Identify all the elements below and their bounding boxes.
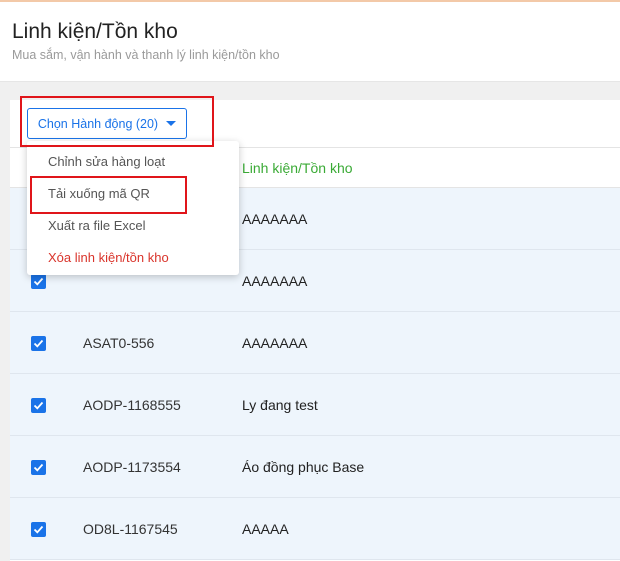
page-subtitle: Mua sắm, vận hành và thanh lý linh kiện/… [12, 48, 280, 62]
action-dropdown-menu: Chỉnh sửa hàng loạt Tải xuống mã QR Xuất… [27, 141, 239, 275]
row-name[interactable]: AAAAAAA [242, 335, 307, 351]
menu-item-bulk-edit[interactable]: Chỉnh sửa hàng loạt [27, 146, 239, 178]
table-row[interactable]: OD8L-1167545 AAAAA [10, 498, 620, 560]
row-name[interactable]: Áo đồng phục Base [242, 459, 364, 475]
row-code: OD8L-1167545 [83, 521, 178, 537]
check-icon [33, 463, 44, 472]
page-header: Linh kiện/Tồn kho Mua sắm, vận hành và t… [0, 2, 620, 82]
column-header-item-name[interactable]: Linh kiện/Tồn kho [242, 160, 353, 176]
table-row[interactable]: AODP-1173554 Áo đồng phục Base [10, 436, 620, 498]
row-name[interactable]: Ly đang test [242, 397, 318, 413]
row-checkbox[interactable] [31, 274, 46, 289]
check-icon [33, 277, 44, 286]
row-code: AODP-1173554 [83, 459, 181, 475]
check-icon [33, 525, 44, 534]
check-icon [33, 339, 44, 348]
choose-action-label: Chọn Hành động (20) [37, 116, 159, 131]
table-row[interactable]: ASAT0-556 AAAAAAA [10, 312, 620, 374]
choose-action-button[interactable]: Chọn Hành động (20) [27, 108, 187, 139]
caret-down-icon [166, 121, 177, 126]
row-code: AODP-1168555 [83, 397, 181, 413]
table-row[interactable]: AODP-1168555 Ly đang test [10, 374, 620, 436]
row-name[interactable]: AAAAA [242, 521, 289, 537]
row-name[interactable]: AAAAAAA [242, 211, 307, 227]
menu-item-export-excel[interactable]: Xuất ra file Excel [27, 210, 239, 242]
row-checkbox[interactable] [31, 398, 46, 413]
menu-item-download-qr[interactable]: Tải xuống mã QR [27, 178, 239, 210]
row-checkbox[interactable] [31, 336, 46, 351]
row-checkbox[interactable] [31, 460, 46, 475]
row-name[interactable]: AAAAAAA [242, 273, 307, 289]
menu-item-delete[interactable]: Xóa linh kiện/tồn kho [27, 242, 239, 274]
page-title: Linh kiện/Tồn kho [12, 20, 178, 43]
row-code: ASAT0-556 [83, 335, 155, 351]
check-icon [33, 401, 44, 410]
row-checkbox[interactable] [31, 522, 46, 537]
